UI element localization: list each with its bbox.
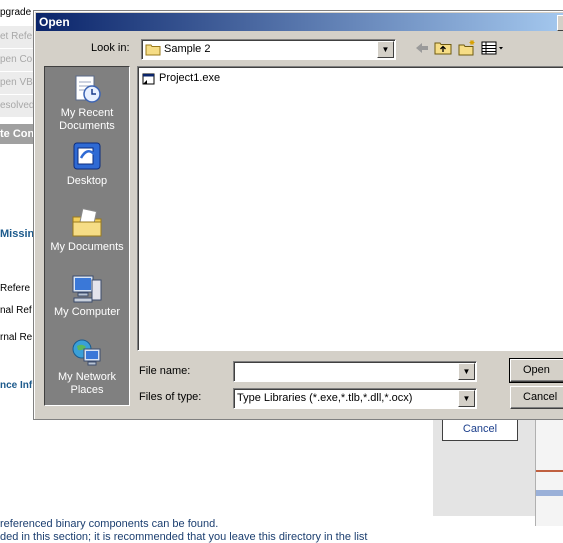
file-name: Project1.exe (159, 72, 221, 84)
open-dialog: Open Look in: Sample 2 ▼ My Recent Docum… (33, 10, 563, 420)
places-bar: My Recent Documents Desktop My Documents (44, 66, 130, 406)
bg-menu-item[interactable]: et Refe (0, 26, 34, 49)
network-places-icon (72, 339, 101, 366)
open-button[interactable]: Open (509, 358, 563, 383)
place-label: Desktop (66, 175, 108, 187)
bg-heading: nce Inf (0, 380, 33, 391)
desktop-icon (73, 142, 101, 170)
look-in-dropdown[interactable]: Sample 2 ▼ (141, 39, 396, 60)
files-of-type-value: Type Libraries (*.exe,*.tlb,*.dll,*.ocx) (237, 392, 413, 404)
bg-divider (536, 490, 563, 496)
bg-section-header: te Con (0, 124, 34, 144)
new-folder-icon[interactable] (458, 38, 476, 58)
place-my-documents[interactable]: My Documents (45, 207, 129, 254)
my-computer-icon (72, 275, 102, 303)
bg-label: nal Ref (0, 305, 32, 316)
bg-cancel-button[interactable]: Cancel (442, 417, 518, 441)
dialog-titlebar[interactable]: Open (36, 13, 563, 31)
bg-label: rnal Re (0, 332, 33, 343)
place-label: My Network Places (57, 371, 117, 396)
view-menu-icon[interactable] (481, 38, 507, 58)
bg-menu-item[interactable]: esolved (0, 95, 34, 118)
look-in-value: Sample 2 (164, 43, 211, 55)
file-name-input[interactable] (233, 361, 477, 382)
exe-file-icon (142, 73, 155, 85)
place-desktop[interactable]: Desktop (45, 141, 129, 188)
bg-divider (536, 470, 563, 472)
folder-icon (145, 44, 161, 56)
place-my-computer[interactable]: My Computer (45, 272, 129, 319)
files-of-type-dropdown[interactable]: Type Libraries (*.exe,*.tlb,*.dll,*.ocx)… (233, 388, 477, 409)
place-network-places[interactable]: My Network Places (45, 337, 129, 397)
bg-note-text: ded in this section; it is recommended t… (0, 531, 368, 543)
bg-note-text: referenced binary components can be foun… (0, 518, 219, 530)
chevron-down-icon[interactable]: ▼ (377, 41, 394, 58)
place-label: My Computer (53, 306, 121, 318)
bg-heading: Missin (0, 228, 34, 240)
chevron-down-icon[interactable]: ▼ (458, 390, 475, 407)
place-label: My Recent Documents (59, 107, 115, 132)
file-name-label: File name: (139, 365, 191, 377)
bg-menu-item[interactable]: pen VB (0, 72, 34, 95)
place-recent-documents[interactable]: My Recent Documents (45, 73, 129, 133)
bg-menu-item[interactable]: pgrade (0, 2, 34, 25)
file-list[interactable]: Project1.exe (137, 66, 563, 351)
bg-menu-item[interactable]: pen Co (0, 49, 34, 72)
back-arrow-icon[interactable] (414, 38, 430, 58)
dialog-title: Open (39, 15, 70, 29)
cancel-button[interactable]: Cancel (510, 386, 563, 409)
recent-documents-icon (75, 75, 101, 103)
bg-label: Refere (0, 283, 31, 294)
my-documents-icon (72, 208, 102, 237)
look-in-label: Look in: (91, 42, 130, 54)
place-label: My Documents (50, 241, 124, 253)
up-folder-icon[interactable] (434, 38, 452, 58)
chevron-down-icon[interactable]: ▼ (458, 363, 475, 380)
files-of-type-label: Files of type: (139, 391, 202, 403)
close-icon[interactable] (557, 15, 563, 31)
